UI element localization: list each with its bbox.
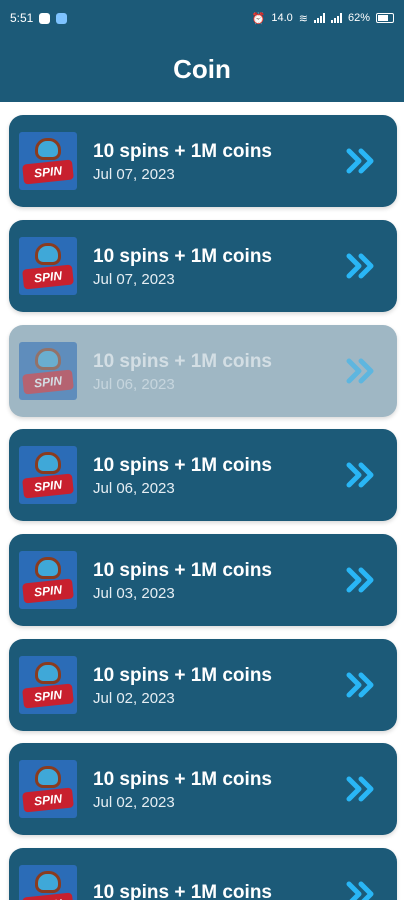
item-title: 10 spins + 1M coins [93,768,272,790]
item-date: Jul 07, 2023 [93,270,175,288]
thumb-label: SPIN [22,159,74,185]
chevron-right-icon[interactable] [341,253,381,279]
chevron-right-icon[interactable] [341,358,381,384]
item-title: 10 spins + 1M coins [93,140,272,162]
spin-thumbnail-icon: SPIN [19,237,77,295]
wifi-icon: ≋ [298,12,308,25]
list-item[interactable]: SPIN 10 spins + 1M coins Jul 07, 2023 [9,220,397,312]
item-title: 10 spins + 1M coins [93,350,272,372]
list-item[interactable]: SPIN 10 spins + 1M coins Jul 02, 2023 [9,743,397,835]
item-texts: 10 spins + 1M coins Jul 06, 2023 [93,454,341,497]
status-bar: 5:51 ⏰ 14.0 ≋ 62% [0,0,404,36]
app-notification-icon [56,12,68,24]
signal-icon [313,13,325,23]
spin-thumbnail-icon: SPIN [19,656,77,714]
item-texts: 10 spins + 1M coins Jul 06, 2023 [93,350,341,393]
item-texts: 10 spins + 1M coins Jul 07, 2023 [93,140,341,183]
chevron-right-icon[interactable] [341,148,381,174]
thumb-label: SPIN [22,578,74,604]
reward-list[interactable]: SPIN 10 spins + 1M coins Jul 07, 2023 SPIN 1… [0,102,404,900]
list-item[interactable]: SPIN 10 spins + 1M coins Jul 03, 2023 [9,534,397,626]
chevron-right-icon[interactable] [341,567,381,593]
spin-thumbnail-icon: SPIN [19,760,77,818]
item-title: 10 spins + 1M coins [93,882,272,900]
notification-icon [39,12,51,24]
item-title: 10 spins + 1M coins [93,454,272,476]
item-date: Jul 02, 2023 [93,689,175,707]
list-item[interactable]: SPIN 10 spins + 1M coins Jul 02, 2023 [9,639,397,731]
item-title: 10 spins + 1M coins [93,664,272,686]
item-texts: 10 spins + 1M coins Jul 03, 2023 [93,559,341,602]
page-title: Coin [173,53,231,84]
item-texts: 10 spins + 1M coins Jul 02, 2023 [93,664,341,707]
status-time: 5:51 [10,11,34,25]
list-item[interactable]: SPIN 10 spins + 1M coins Jul 06, 2023 [9,325,397,417]
item-date: Jul 02, 2023 [93,793,175,811]
chevron-right-icon[interactable] [341,672,381,698]
item-texts: 10 spins + 1M coins [93,881,341,900]
thumb-label: SPIN [22,369,74,395]
signal-icon-2 [330,13,342,23]
thumb-label: SPIN [22,473,74,499]
alarm-icon: ⏰ [251,12,266,25]
network-speed: 14.0 [271,12,293,24]
item-texts: 10 spins + 1M coins Jul 07, 2023 [93,245,341,288]
thumb-label: SPIN [22,683,74,709]
item-title: 10 spins + 1M coins [93,245,272,267]
chevron-right-icon[interactable] [341,776,381,802]
list-item[interactable]: SPIN 10 spins + 1M coins [9,848,397,900]
app-bar: Coin [0,36,404,102]
spin-thumbnail-icon: SPIN [19,132,77,190]
battery-icon [376,13,394,23]
list-item[interactable]: SPIN 10 spins + 1M coins Jul 06, 2023 [9,429,397,521]
item-texts: 10 spins + 1M coins Jul 02, 2023 [93,768,341,811]
list-item[interactable]: SPIN 10 spins + 1M coins Jul 07, 2023 [9,115,397,207]
item-date: Jul 06, 2023 [93,375,175,393]
chevron-right-icon[interactable] [341,462,381,488]
spin-thumbnail-icon: SPIN [19,342,77,400]
thumb-label: SPIN [22,892,74,900]
spin-thumbnail-icon: SPIN [19,551,77,609]
thumb-label: SPIN [22,787,74,813]
item-date: Jul 07, 2023 [93,165,175,183]
thumb-label: SPIN [22,264,74,290]
item-date: Jul 06, 2023 [93,479,175,497]
spin-thumbnail-icon: SPIN [19,446,77,504]
chevron-right-icon[interactable] [341,881,381,900]
spin-thumbnail-icon: SPIN [19,865,77,900]
battery-percent: 62% [347,12,370,24]
item-date: Jul 03, 2023 [93,584,175,602]
item-title: 10 spins + 1M coins [93,559,272,581]
